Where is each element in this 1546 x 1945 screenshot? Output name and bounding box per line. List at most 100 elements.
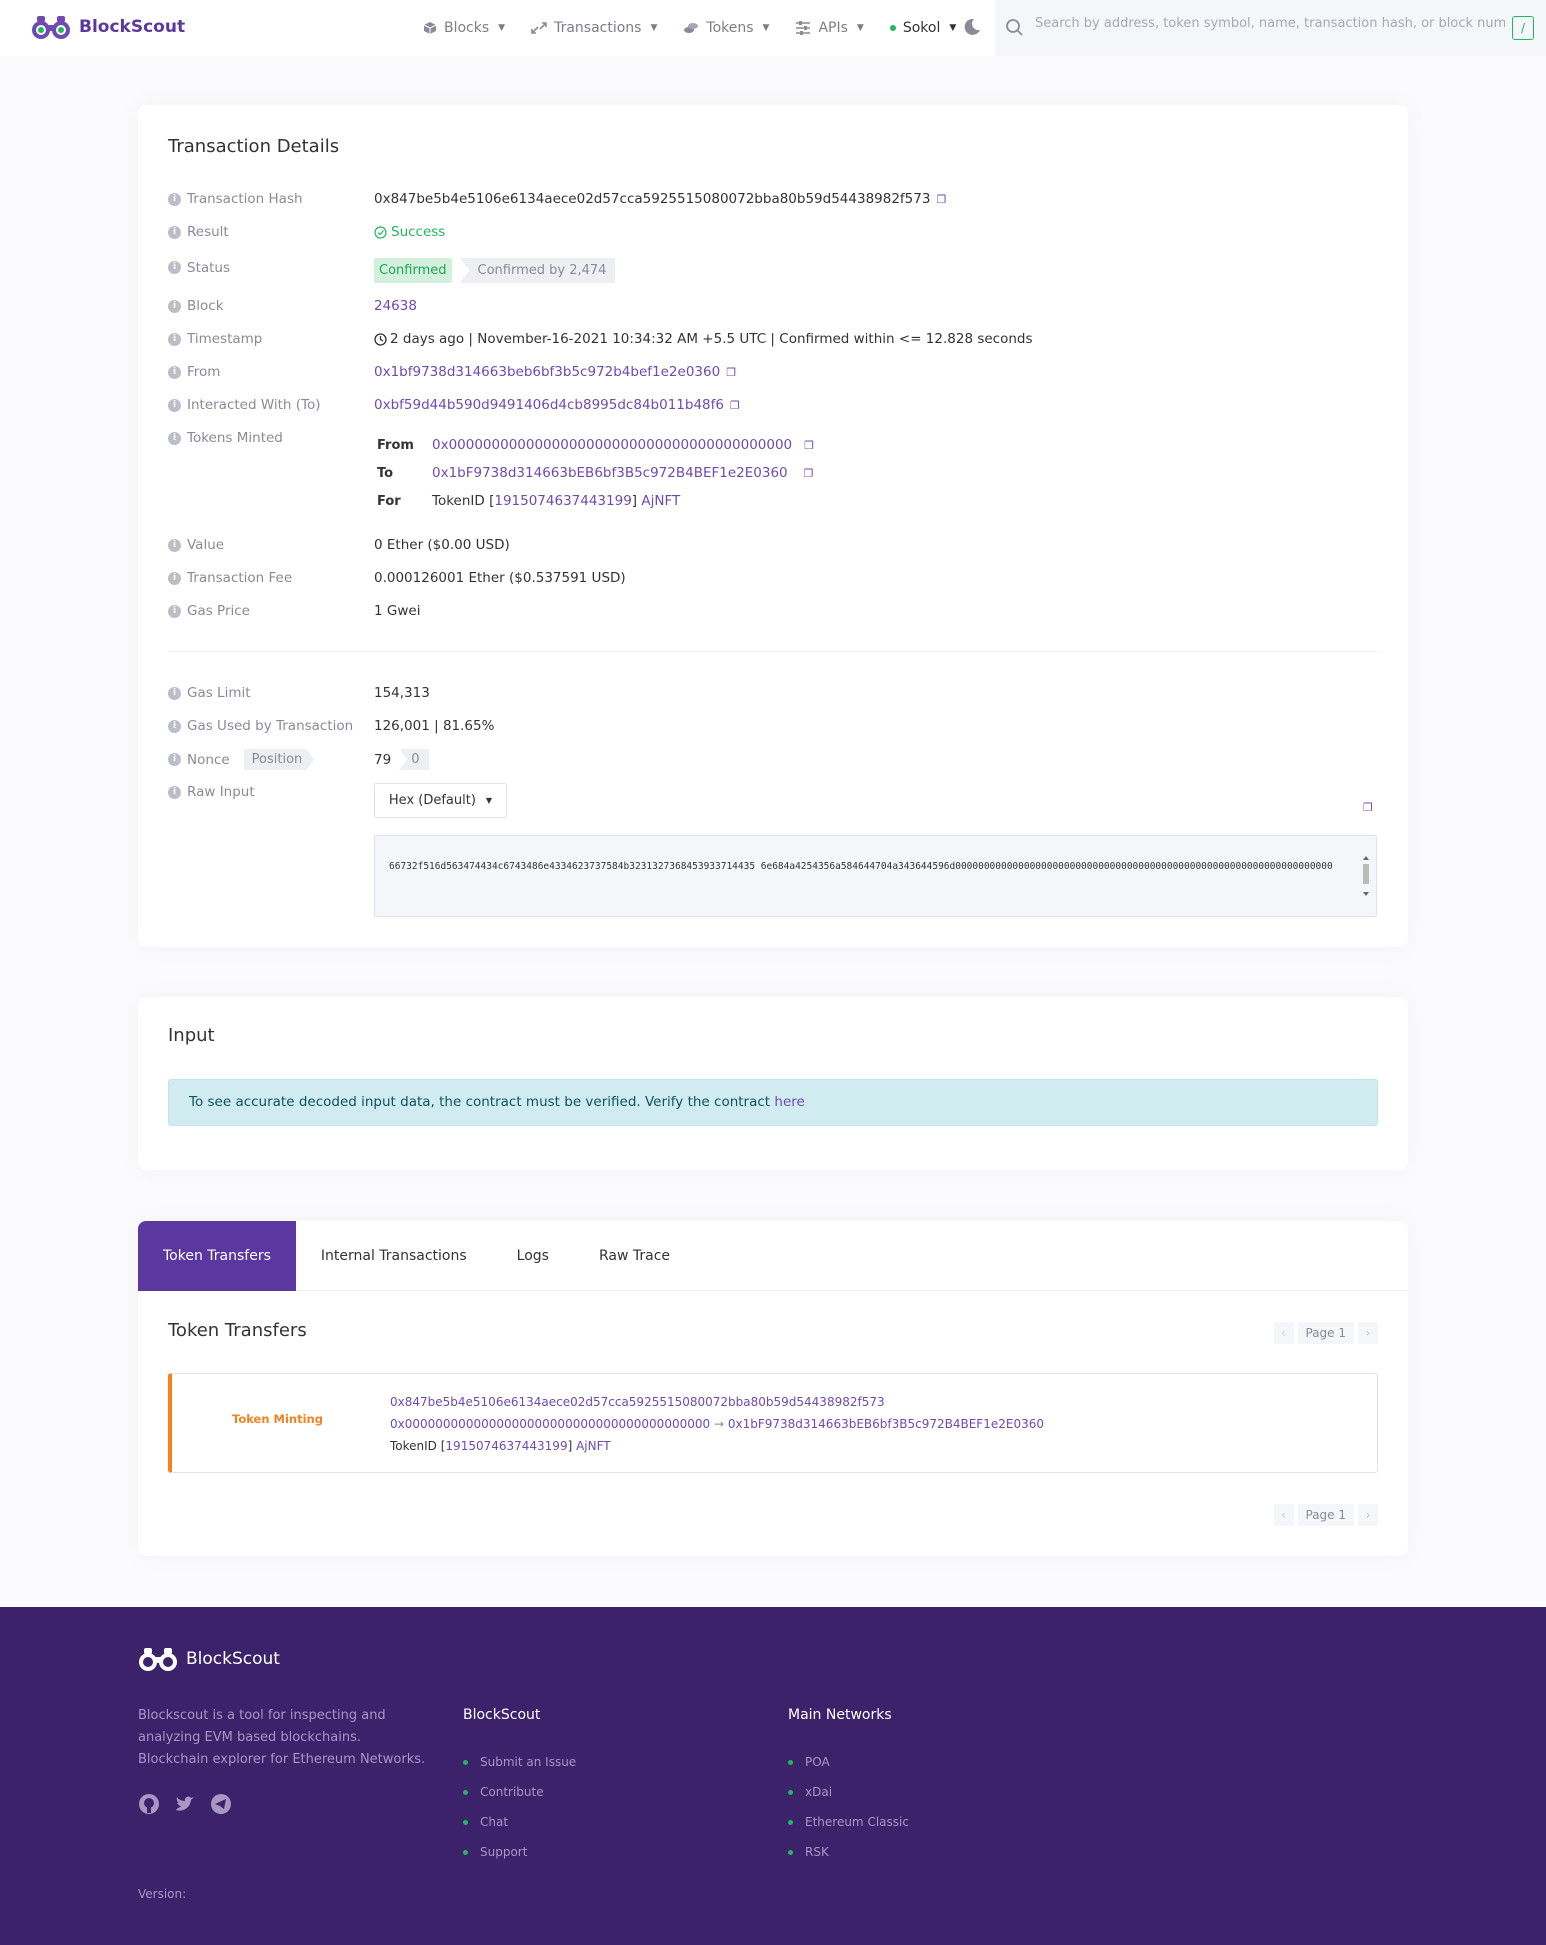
footer: BlockScout Blockscout is a tool for insp… [0, 1607, 1546, 1945]
footer-link-etc[interactable]: Ethereum Classic [788, 1807, 909, 1837]
footer-link-chat[interactable]: Chat [463, 1807, 576, 1837]
nav-apis[interactable]: APIs ▼ [795, 20, 864, 36]
info-icon[interactable]: i [168, 225, 181, 239]
raw-input-format-dropdown[interactable]: Hex (Default) ▼ [374, 783, 507, 818]
token-transfers-card: Token Transfers Internal Transactions Lo… [138, 1221, 1408, 1556]
block-link[interactable]: 24638 [374, 298, 417, 314]
nav-transactions[interactable]: Transactions ▼ [531, 20, 657, 36]
info-icon[interactable]: i [168, 785, 181, 799]
transfer-hash-link[interactable]: 0x847be5b4e5106e6134aece02d57cca59255150… [390, 1395, 885, 1409]
info-icon[interactable]: i [168, 299, 181, 313]
info-icon[interactable]: i [168, 571, 181, 585]
nav-apis-label: APIs [818, 20, 848, 36]
transfer-token-id-link[interactable]: 1915074637443199 [445, 1439, 567, 1453]
footer-link-xdai[interactable]: xDai [788, 1777, 909, 1807]
nav-tokens[interactable]: Tokens ▼ [683, 20, 769, 36]
github-icon[interactable] [138, 1793, 160, 1815]
token-name-link[interactable]: AjNFT [641, 493, 680, 509]
verify-contract-link[interactable]: here [774, 1094, 804, 1110]
raw-input-box[interactable]: 66732f516d563474434c6743486e433462373758… [374, 835, 1377, 917]
transfer-token-name-link[interactable]: AjNFT [576, 1439, 611, 1453]
label-minted: Tokens Minted [187, 430, 283, 446]
row-block: i Block 24638 [168, 298, 417, 314]
search-input[interactable] [1035, 16, 1505, 31]
row-result: i Result Success [168, 224, 445, 240]
value-amount: 0 Ether ($0.00 USD) [374, 537, 510, 553]
result-value: Success [391, 224, 446, 240]
prev-page-button[interactable]: ‹ [1273, 1322, 1294, 1344]
dark-mode-toggle[interactable] [963, 18, 981, 40]
nonce-value: 79 [374, 751, 392, 768]
binoculars-icon [139, 1648, 177, 1671]
info-icon[interactable]: i [168, 538, 181, 552]
row-nonce-position: i Nonce Position 79 0 [168, 749, 430, 770]
nav-transactions-label: Transactions [554, 20, 642, 36]
next-page-button[interactable]: › [1358, 1322, 1378, 1344]
to-address-link[interactable]: 0xbf59d44b590d9491406d4cb8995dc84b011b48… [374, 397, 724, 413]
info-icon[interactable]: i [168, 604, 181, 618]
copy-icon[interactable]: ❐ [804, 467, 814, 480]
footer-link-support[interactable]: Support [463, 1837, 576, 1867]
row-gas-used: i Gas Used by Transaction 126,001 | 81.65… [168, 718, 494, 734]
info-icon[interactable]: i [168, 332, 181, 346]
prev-page-button[interactable]: ‹ [1273, 1504, 1294, 1526]
info-icon[interactable]: i [168, 719, 181, 733]
top-navbar: BlockScout Blocks ▼ Transactions ▼ Token… [0, 0, 1546, 56]
transfer-from-link[interactable]: 0x00000000000000000000000000000000000000… [390, 1417, 710, 1431]
footer-link-contribute[interactable]: Contribute [463, 1777, 576, 1807]
copy-icon[interactable]: ❐ [936, 193, 946, 206]
token-id-suffix: ] [631, 493, 638, 509]
info-icon[interactable]: i [168, 686, 181, 700]
footer-link-poa[interactable]: POA [788, 1747, 909, 1777]
page-number: Page 1 [1297, 1504, 1354, 1526]
info-icon[interactable]: i [168, 753, 181, 766]
footer-link-submit-issue[interactable]: Submit an Issue [463, 1747, 576, 1777]
label-fee: Transaction Fee [187, 570, 293, 586]
row-transaction-hash: i Transaction Hash 0x847be5b4e5106e6134ae… [168, 191, 946, 207]
position-value: 0 [399, 749, 430, 770]
label-from: From [187, 364, 221, 380]
tab-bar: Token Transfers Internal Transactions Lo… [138, 1221, 1408, 1291]
brand-logo[interactable]: BlockScout [31, 13, 185, 41]
footer-logo[interactable]: BlockScout [138, 1645, 280, 1673]
transfer-type-label: Token Minting [232, 1412, 323, 1426]
gas-limit-value: 154,313 [374, 685, 430, 701]
scrollbar[interactable] [1362, 856, 1370, 896]
nav-blocks[interactable]: Blocks ▼ [423, 20, 505, 36]
chevron-down-icon: ▼ [949, 23, 957, 33]
copy-icon[interactable]: ❐ [804, 439, 814, 452]
tab-logs[interactable]: Logs [492, 1221, 574, 1291]
chevron-down-icon: ▼ [762, 23, 770, 33]
network-selector[interactable]: Sokol ▼ [889, 20, 957, 36]
info-icon[interactable]: i [168, 192, 181, 206]
confirmations-badge: Confirmed by 2,474 [459, 258, 616, 283]
transfer-to-link[interactable]: 0x1bF9738d314663bEB6bf3B5c972B4BEF1e2E03… [728, 1417, 1044, 1431]
page-number: Page 1 [1297, 1322, 1354, 1344]
minted-from-address[interactable]: 0x00000000000000000000000000000000000000… [432, 437, 792, 453]
from-address-link[interactable]: 0x1bf9738d314663beb6bf3b5c972b4bef1e2e03… [374, 364, 720, 380]
tab-raw-trace[interactable]: Raw Trace [574, 1221, 695, 1291]
footer-link-rsk[interactable]: RSK [788, 1837, 909, 1867]
network-name: Sokol [902, 20, 941, 36]
chevron-down-icon: ▼ [498, 23, 506, 33]
gas-price-value: 1 Gwei [374, 603, 421, 619]
verify-alert-text: To see accurate decoded input data, the … [189, 1094, 775, 1110]
search-shortcut-key: / [1512, 16, 1534, 40]
info-icon[interactable]: i [168, 365, 181, 379]
info-icon[interactable]: i [168, 431, 181, 445]
tab-token-transfers[interactable]: Token Transfers [138, 1221, 296, 1291]
next-page-button[interactable]: › [1358, 1504, 1378, 1526]
minted-to-address[interactable]: 0x1bF9738d314663bEB6bf3B5c972B4BEF1e2E03… [432, 465, 788, 481]
copy-raw-input-icon[interactable]: ❐ [1363, 801, 1373, 814]
tab-internal-transactions[interactable]: Internal Transactions [296, 1221, 492, 1291]
token-id-link[interactable]: 1915074637443199 [494, 493, 631, 509]
info-icon[interactable]: i [168, 261, 181, 274]
copy-icon[interactable]: ❐ [726, 366, 736, 379]
transfer-token-prefix: TokenID [ [390, 1439, 446, 1453]
clock-icon [374, 332, 387, 346]
telegram-icon[interactable] [210, 1793, 232, 1815]
label-timestamp: Timestamp [187, 331, 263, 347]
info-icon[interactable]: i [168, 398, 181, 412]
copy-icon[interactable]: ❐ [730, 399, 740, 412]
twitter-icon[interactable] [174, 1793, 196, 1815]
